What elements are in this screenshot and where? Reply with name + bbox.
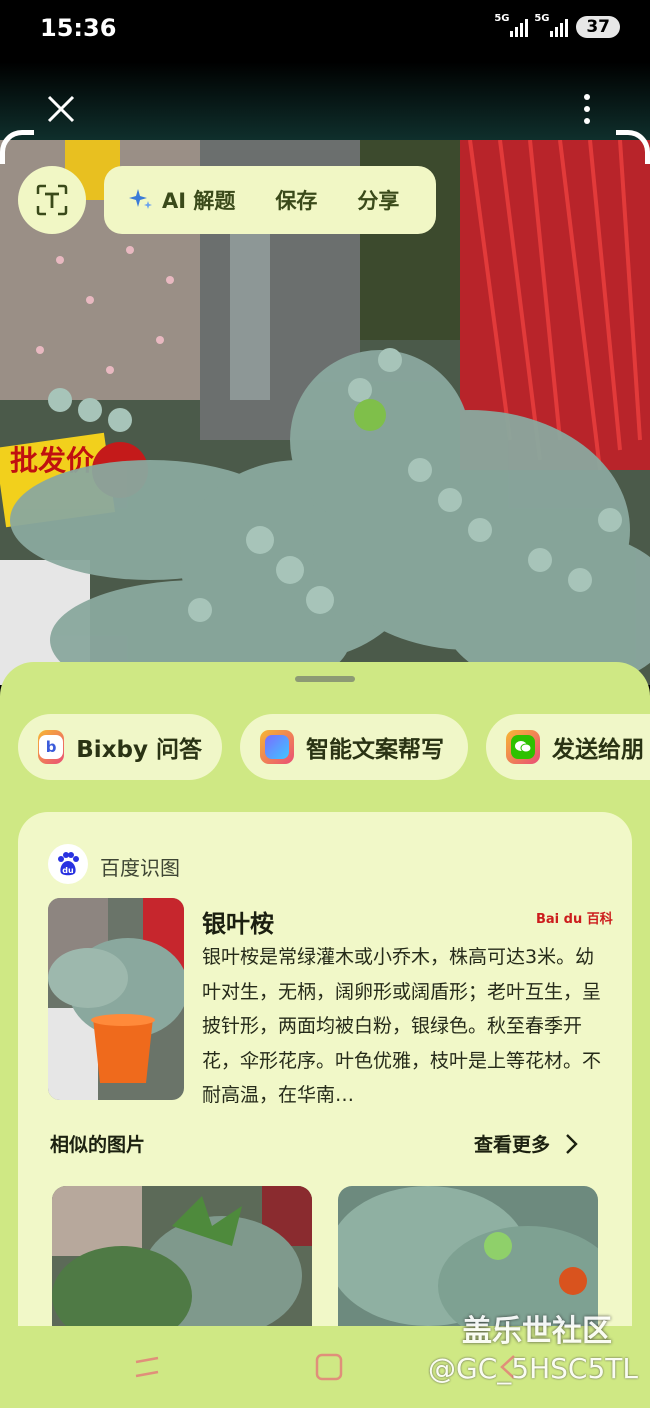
sparkle-icon [129, 189, 152, 209]
top-bar [0, 62, 650, 140]
watermark-user: @GC_5HSC5TL [428, 1352, 638, 1385]
bixby-icon: b [38, 730, 65, 764]
see-more-link[interactable]: 查看更多 [474, 1130, 578, 1157]
result-thumbnail[interactable] [48, 898, 184, 1100]
similar-images-heading: 相似的图片 [50, 1134, 146, 1156]
signal-icon: 5G [494, 13, 529, 37]
baidu-paw-icon: du [48, 844, 88, 884]
clock: 15:36 [40, 14, 117, 42]
ai-solve-button[interactable]: AI 解题 [104, 185, 235, 215]
action-toolbar: AI 解题 保存 分享 [104, 166, 436, 234]
more-options-icon[interactable] [580, 92, 594, 126]
status-icons: 5G 5G 37 [494, 13, 620, 38]
chevron-right-icon [566, 1133, 578, 1154]
source-label: 百度识图 [100, 856, 180, 880]
drag-handle[interactable] [295, 676, 355, 682]
smart-writing-chip[interactable]: 智能文案帮写 [240, 714, 468, 780]
home-icon[interactable] [314, 1352, 344, 1382]
similar-image-1[interactable] [52, 1186, 312, 1346]
result-title: 银叶桉 [202, 910, 274, 938]
share-button[interactable]: 分享 [317, 185, 399, 215]
close-icon[interactable] [44, 92, 78, 126]
recents-icon[interactable] [132, 1352, 162, 1382]
send-to-friend-chip[interactable]: 发送给朋 [486, 714, 650, 780]
extract-text-button[interactable] [18, 166, 86, 234]
result-description: 银叶桉是常绿灌木或小乔木，株高可达3米。幼叶对生，无柄，阔卵形或阔盾形；老叶互生… [202, 946, 602, 1106]
writing-icon [260, 730, 294, 764]
watermark-community: 盖乐世社区 [462, 1314, 612, 1349]
text-scan-icon [36, 184, 68, 216]
baidu-baike-logo: Bai du 百科 [536, 912, 613, 927]
wechat-icon [506, 730, 540, 764]
svg-text:du: du [62, 866, 74, 875]
save-button[interactable]: 保存 [235, 185, 317, 215]
results-sheet: b Bixby 问答 智能文案帮写 发送给朋 du 百度识图 银叶桉 Bai d… [0, 662, 650, 1408]
status-bar: 15:36 5G 5G 37 [0, 0, 650, 62]
bixby-chip[interactable]: b Bixby 问答 [18, 714, 222, 780]
battery-indicator: 37 [576, 16, 620, 38]
signal-icon: 5G [534, 13, 569, 37]
